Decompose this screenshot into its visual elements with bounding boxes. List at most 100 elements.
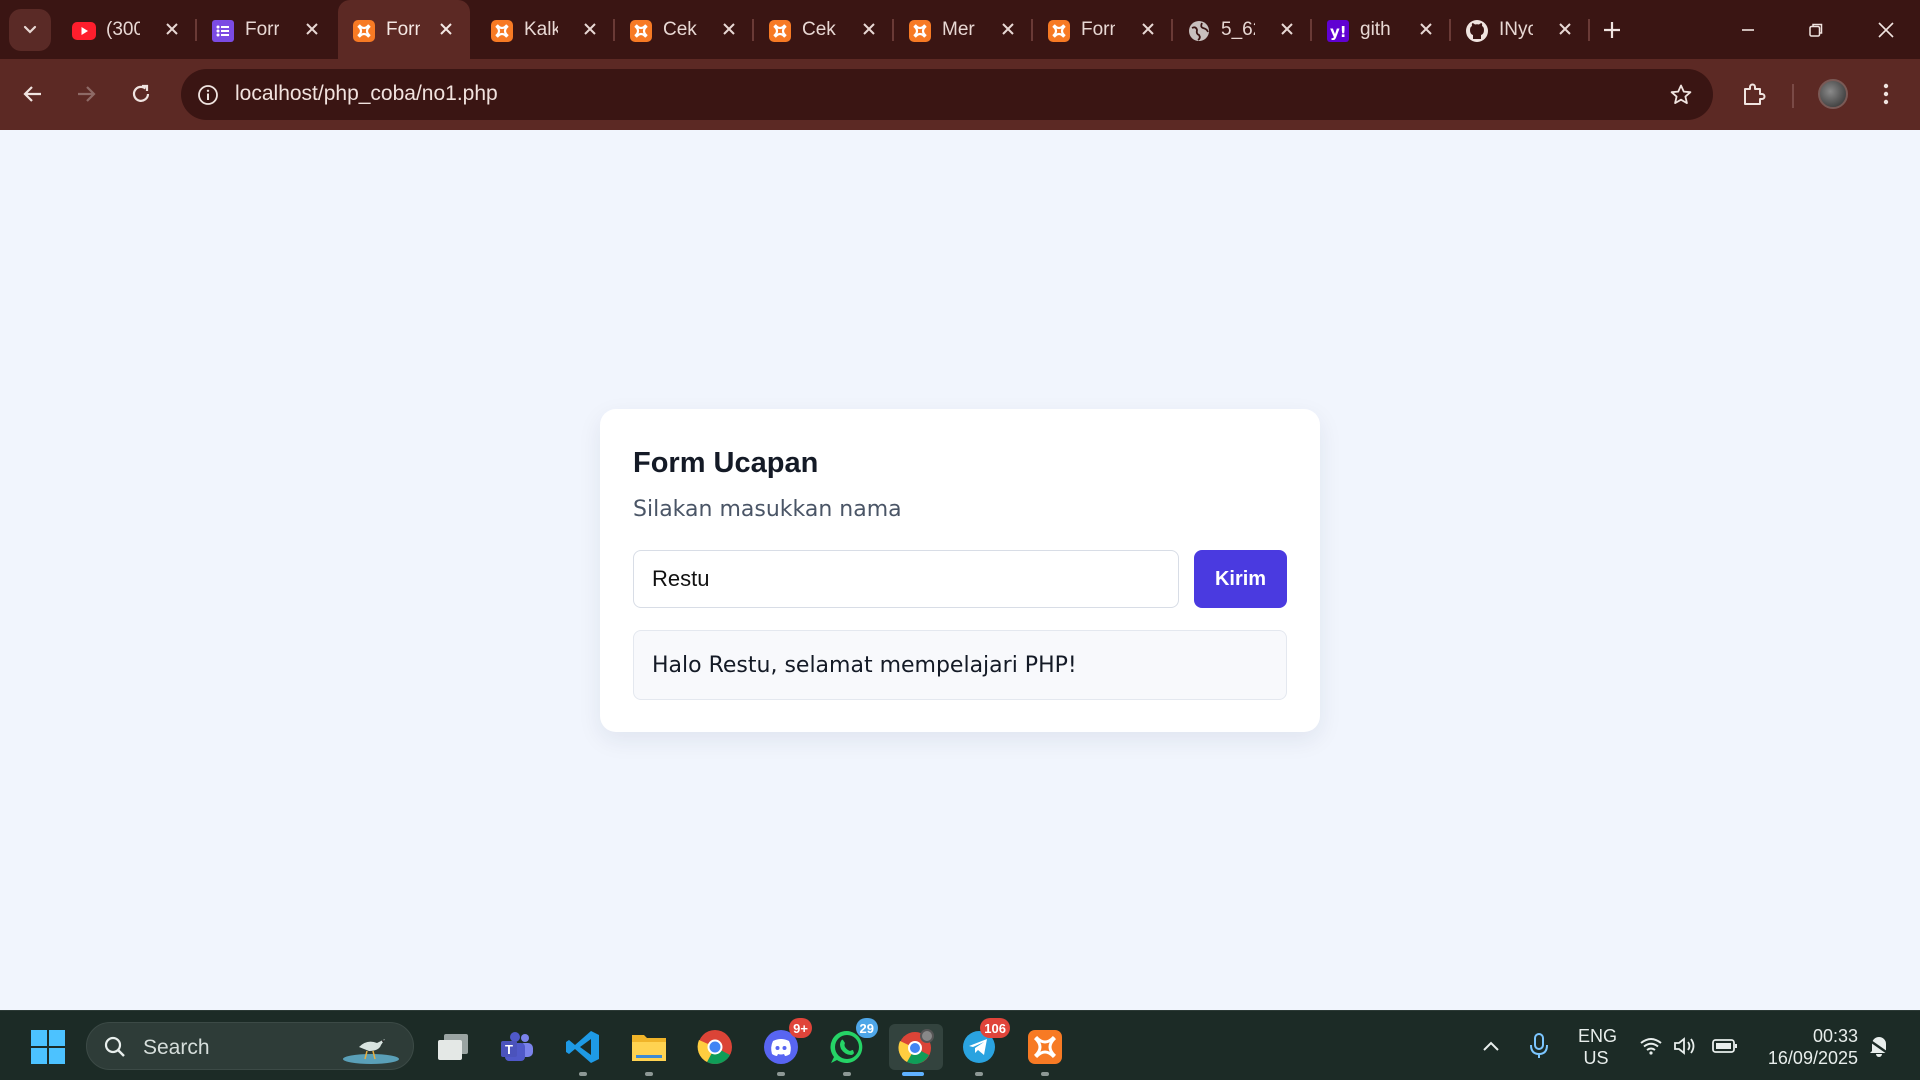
minimize-icon (1742, 28, 1754, 31)
page-title: Form Ucapan (633, 447, 819, 479)
bookmark-star-icon[interactable] (1667, 81, 1695, 109)
close-icon (1878, 21, 1894, 38)
taskbar-chrome-profile-active[interactable] (889, 1024, 943, 1076)
new-tab-button[interactable] (1596, 14, 1628, 46)
close-icon[interactable] (1414, 17, 1438, 41)
close-icon[interactable] (578, 17, 602, 41)
language-indicator[interactable]: ENG US (1578, 1025, 1618, 1069)
site-info-icon[interactable] (195, 82, 221, 108)
notification-badge: 29 (855, 1018, 878, 1038)
close-icon[interactable] (1275, 17, 1299, 41)
form-card: Form Ucapan Silakan masukkan nama Kirim … (600, 409, 1320, 732)
taskbar-file-explorer[interactable] (626, 1024, 672, 1076)
tab-globe[interactable]: 5_62 (1173, 0, 1311, 59)
microphone-button[interactable] (1524, 1031, 1554, 1061)
notification-bell-icon (1868, 1037, 1890, 1057)
close-icon[interactable] (1553, 17, 1577, 41)
close-icon[interactable] (300, 17, 324, 41)
vscode-icon (566, 1031, 599, 1063)
teams-icon: T (501, 1032, 533, 1061)
taskbar-telegram[interactable]: 106 (956, 1018, 1010, 1076)
task-view-button[interactable] (430, 1024, 476, 1070)
arrow-right-icon (78, 86, 96, 102)
arrow-left-icon (23, 86, 41, 102)
tab-search-button[interactable] (9, 9, 51, 51)
wifi-status[interactable] (1636, 1031, 1666, 1061)
xampp-icon (490, 19, 514, 43)
address-url[interactable]: localhost/php_coba/no1.php (235, 82, 498, 106)
close-icon[interactable] (434, 17, 458, 41)
taskbar: Search T 9+ 29 106 ENG US 00:33 16/09/20… (0, 1010, 1920, 1080)
extensions-button[interactable] (1734, 74, 1774, 114)
taskbar-discord[interactable]: 9+ (758, 1018, 812, 1076)
tab-yahoo[interactable]: y! gith (1312, 0, 1450, 59)
forward-button[interactable] (67, 75, 105, 113)
running-indicator (1041, 1072, 1049, 1076)
globe-icon (1187, 19, 1211, 43)
tab-title: gith (1360, 19, 1391, 40)
wifi-icon (1640, 1038, 1662, 1055)
result-message: Halo Restu, selamat mempelajari PHP! (652, 653, 1077, 678)
tab-strip: (300 Forr Forn Kalk Cek Cek Mer Forn 5_6… (0, 0, 1920, 59)
taskbar-whatsapp[interactable]: 29 (824, 1018, 878, 1076)
chrome-profile-icon (898, 1029, 934, 1064)
notification-badge: 106 (980, 1018, 1010, 1038)
tab-title: Forr (245, 19, 279, 40)
close-icon[interactable] (1136, 17, 1160, 41)
running-indicator (843, 1072, 851, 1076)
xampp-icon (629, 19, 653, 43)
tab-menu[interactable]: Mer (894, 0, 1032, 59)
volume-status[interactable] (1670, 1031, 1700, 1061)
windows-icon (31, 1030, 65, 1064)
svg-text:y!: y! (1330, 23, 1347, 41)
battery-status[interactable] (1710, 1031, 1740, 1061)
close-icon[interactable] (996, 17, 1020, 41)
taskbar-teams[interactable]: T (494, 1024, 540, 1070)
restore-icon (1809, 23, 1823, 37)
close-icon[interactable] (857, 17, 881, 41)
reload-button[interactable] (122, 75, 160, 113)
chevron-down-icon (23, 25, 37, 34)
restore-button[interactable] (1788, 0, 1844, 59)
clock-date: 16/09/2025 (1767, 1048, 1858, 1068)
youtube-icon (72, 19, 96, 43)
tab-youtube[interactable]: (300 (58, 0, 196, 59)
submit-button[interactable]: Kirim (1194, 550, 1287, 608)
taskbar-chrome[interactable] (692, 1024, 738, 1070)
close-icon[interactable] (160, 17, 184, 41)
tab-kalkulator[interactable]: Kalk (476, 0, 614, 59)
system-clock[interactable]: 00:33 16/09/2025 (1760, 1025, 1858, 1069)
microphone-icon (1530, 1033, 1548, 1058)
tab-cek-2[interactable]: Cek (754, 0, 893, 59)
minimize-button[interactable] (1720, 0, 1776, 59)
file-explorer-icon (632, 1035, 666, 1061)
show-hidden-icons-button[interactable] (1476, 1031, 1506, 1061)
tab-title: (300 (106, 19, 140, 40)
taskbar-xampp[interactable] (1022, 1024, 1068, 1076)
start-button[interactable] (30, 1029, 66, 1065)
language-code: ENG (1578, 1026, 1618, 1046)
taskbar-search[interactable]: Search (86, 1022, 414, 1070)
menu-button[interactable] (1866, 74, 1906, 114)
tab-github[interactable]: INyo (1451, 0, 1589, 59)
notification-badge: 9+ (789, 1018, 812, 1038)
address-bar[interactable]: localhost/php_coba/no1.php (181, 69, 1713, 120)
tab-cek-1[interactable]: Cek (615, 0, 753, 59)
profile-avatar[interactable] (1818, 79, 1848, 109)
active-indicator (902, 1072, 924, 1076)
close-window-button[interactable] (1858, 0, 1914, 59)
taskbar-vscode[interactable] (560, 1024, 606, 1076)
xampp-icon (1028, 1030, 1062, 1064)
tab-forms[interactable]: Forr (197, 0, 336, 59)
tab-title: Forn (1081, 19, 1115, 40)
github-icon (1465, 19, 1489, 43)
close-icon[interactable] (717, 17, 741, 41)
xampp-icon (768, 19, 792, 43)
name-input[interactable] (633, 550, 1179, 608)
tab-form[interactable]: Forn (1033, 0, 1172, 59)
xampp-icon (352, 19, 376, 43)
running-indicator (645, 1072, 653, 1076)
back-button[interactable] (14, 75, 52, 113)
tab-form-ucapan-active[interactable]: Forn (338, 0, 470, 59)
notifications-button[interactable] (1864, 1031, 1894, 1061)
